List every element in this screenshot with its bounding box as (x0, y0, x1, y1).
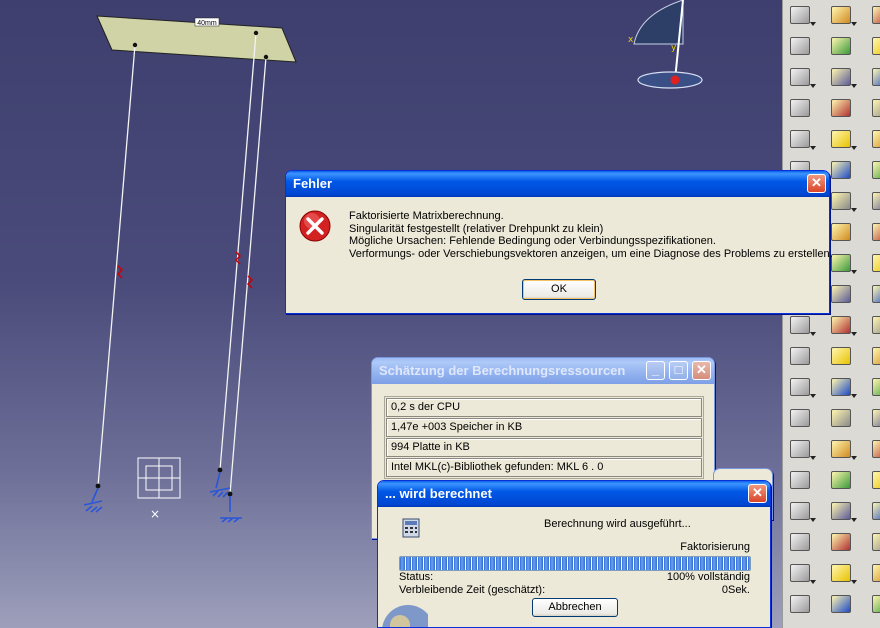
resources-dialog-close-button[interactable]: ✕ (692, 361, 711, 380)
status-label: Status: (399, 571, 434, 583)
zoom-icon[interactable] (869, 591, 880, 617)
cog-icon[interactable] (869, 529, 880, 555)
status-value: 100% vollständig (666, 571, 750, 583)
scroll-icon[interactable] (787, 436, 816, 462)
progress-phase: Faktorisierung (680, 541, 750, 553)
wheel-icon[interactable] (828, 343, 854, 369)
progress-dialog-title: ... wird berechnet (385, 486, 492, 501)
plate-icon[interactable] (787, 95, 813, 121)
constraint-marker-icon (116, 251, 254, 289)
gear-icon[interactable] (869, 374, 880, 400)
svg-text:×: × (150, 507, 160, 521)
dimension-label: 40mm (197, 20, 217, 27)
cog-icon[interactable] (787, 529, 813, 555)
svg-text:x: x (628, 35, 634, 45)
progress-dialog-titlebar[interactable]: ... wird berechnet ✕ (378, 481, 770, 507)
arrow-icon[interactable] (869, 126, 880, 152)
progress-dialog: ... wird berechnet ✕ Berechnung wird aus… (377, 480, 771, 628)
minimize-button[interactable]: _ (646, 361, 665, 380)
list-item: Intel MKL(c)-Bibliothek gefunden: MKL 6 … (386, 458, 702, 477)
error-message-line: Mögliche Ursachen: Fehlende Bedingung od… (349, 235, 716, 248)
calculator-icon (402, 518, 420, 538)
remaining-value: 0Sek. (721, 584, 750, 596)
arrow-icon[interactable] (787, 126, 816, 152)
axis-icon[interactable] (787, 312, 816, 338)
layers-icon[interactable] (787, 33, 813, 59)
layers-icon[interactable] (828, 33, 854, 59)
pin-icon[interactable] (869, 281, 880, 307)
arrow-icon[interactable] (828, 126, 857, 152)
error-message-line: Faktorisierte Matrixberechnung. (349, 210, 504, 222)
resources-list: 0,2 s der CPU 1,47e +003 Speicher in KB … (384, 396, 704, 479)
progress-fill (400, 557, 750, 570)
progress-dialog-close-button[interactable]: ✕ (748, 484, 767, 503)
clamp-icon[interactable] (787, 405, 813, 431)
calendar-icon[interactable] (828, 2, 857, 28)
orientation-widget[interactable]: x y (628, 0, 703, 89)
progress-bar (399, 556, 751, 571)
rod-left[interactable] (97, 44, 136, 487)
clamp-icon (83, 471, 242, 523)
gear-icon[interactable] (828, 374, 857, 400)
pin-icon[interactable] (828, 281, 854, 307)
plate-icon[interactable] (828, 95, 854, 121)
error-message-line: Verformungs- oder Verschiebungsvektoren … (349, 247, 833, 260)
axis-icon[interactable] (869, 312, 880, 338)
stamp-icon[interactable] (828, 498, 857, 524)
stamp-icon[interactable] (787, 498, 816, 524)
rotate-icon[interactable] (787, 64, 816, 90)
error-dialog: Fehler ✕ Faktorisierte Matrixberechnung.… (285, 170, 833, 314)
cancel-button[interactable]: Abbrechen (532, 598, 618, 617)
scroll-icon[interactable] (828, 436, 857, 462)
error-message: Faktorisierte Matrixberechnung. Singular… (349, 210, 833, 260)
ok-button[interactable]: OK (522, 279, 596, 300)
resources-dialog-title: Schätzung der Berechnungsressourcen (379, 363, 626, 378)
rotate-icon[interactable] (828, 64, 857, 90)
clamp-icon[interactable] (869, 405, 880, 431)
cube-icon[interactable] (869, 250, 880, 276)
error-message-line: Singularität festgestellt (relativer Dre… (349, 222, 604, 235)
stamp-icon[interactable] (869, 498, 880, 524)
calendar-icon[interactable] (787, 2, 816, 28)
wheel-icon[interactable] (869, 343, 880, 369)
calendar-icon[interactable] (869, 2, 880, 28)
box-icon[interactable] (828, 467, 854, 493)
sheet-icon[interactable] (869, 219, 880, 245)
layers-icon[interactable] (869, 33, 880, 59)
surface-icon[interactable] (828, 157, 854, 183)
progress-message: Berechnung wird ausgeführt... (544, 518, 691, 530)
compass-icon: × (137, 457, 181, 521)
magnet-icon[interactable] (828, 560, 857, 586)
list-item: 1,47e +003 Speicher in KB (386, 418, 702, 437)
zoom-icon[interactable] (787, 591, 813, 617)
magnet-icon[interactable] (787, 560, 816, 586)
error-dialog-title: Fehler (293, 176, 333, 191)
list-item: 994 Platte in KB (386, 438, 702, 457)
svg-text:y: y (671, 43, 677, 53)
error-dialog-close-button[interactable]: ✕ (807, 174, 826, 193)
error-dialog-titlebar[interactable]: Fehler ✕ (286, 171, 829, 197)
error-x-icon (299, 210, 331, 242)
right-toolbar (782, 0, 880, 628)
box-icon[interactable] (869, 467, 880, 493)
gear-icon[interactable] (787, 374, 816, 400)
surface-icon[interactable] (869, 157, 880, 183)
list-item: 0,2 s der CPU (386, 398, 702, 417)
rotate-icon[interactable] (869, 64, 880, 90)
clamp-icon[interactable] (828, 405, 854, 431)
zoom-icon[interactable] (828, 591, 854, 617)
magnet-icon[interactable] (869, 560, 880, 586)
scroll-icon[interactable] (869, 436, 880, 462)
cog-icon[interactable] (828, 529, 854, 555)
plate-icon[interactable] (869, 95, 880, 121)
box-icon[interactable] (787, 467, 813, 493)
globe-decoration-icon (382, 605, 428, 627)
resources-dialog-titlebar[interactable]: Schätzung der Berechnungsressourcen _ □ … (372, 358, 714, 384)
axis-icon[interactable] (828, 312, 857, 338)
wheel-icon[interactable] (787, 343, 813, 369)
maximize-button[interactable]: □ (669, 361, 688, 380)
bracket-icon[interactable] (869, 188, 880, 214)
